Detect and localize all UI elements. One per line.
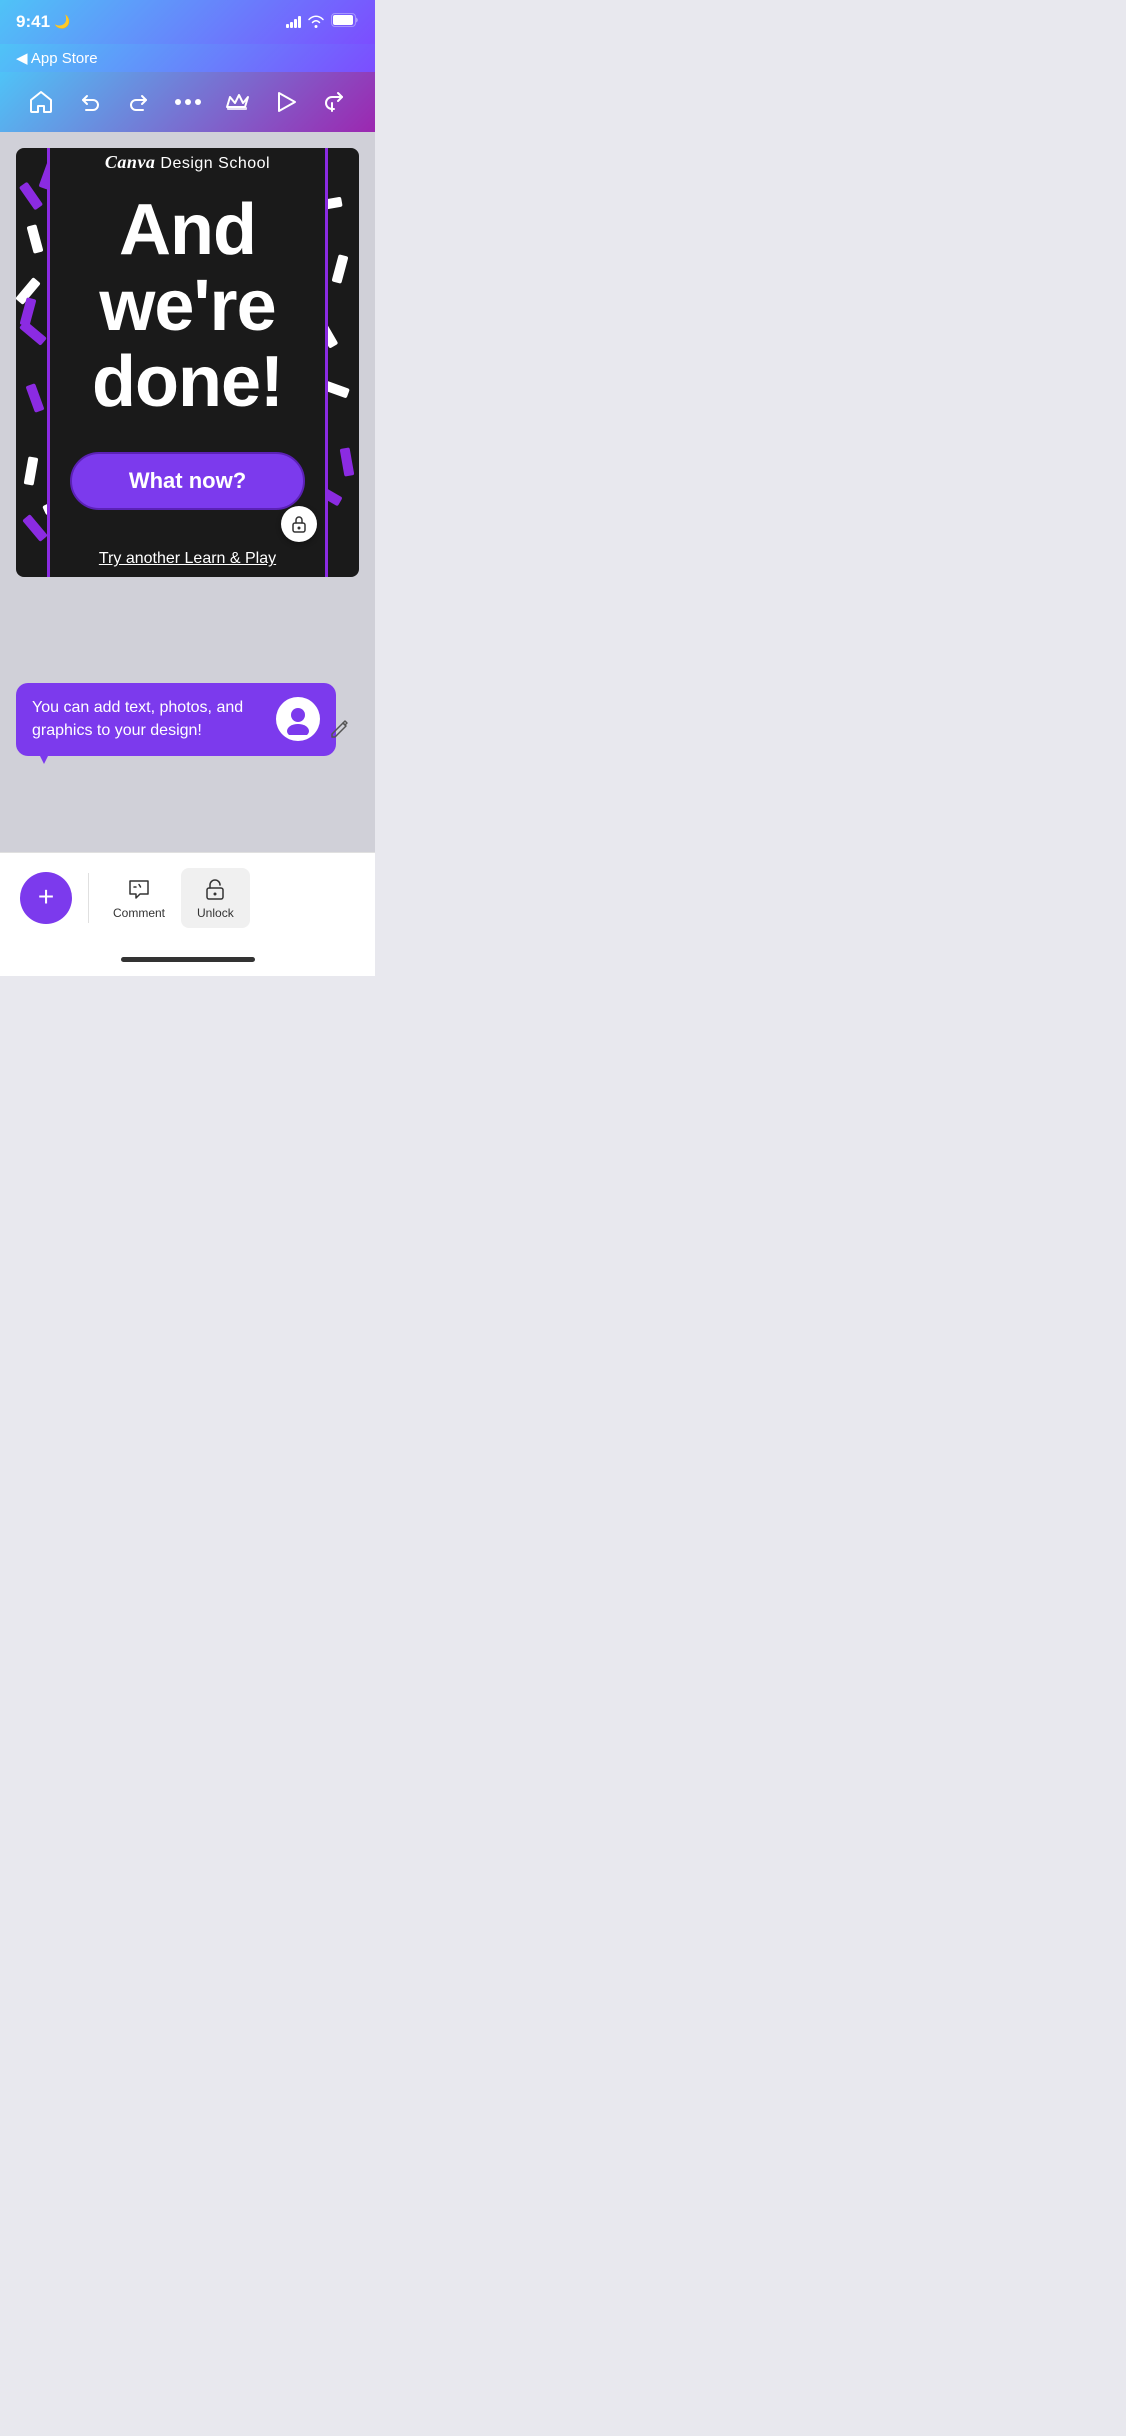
unlock-label: Unlock [197,906,234,920]
tooltip-avatar [276,697,320,741]
undo-button[interactable] [70,82,110,122]
design-inner-card: Canva Design School And we're done! What… [47,148,328,577]
main-heading: And we're done! [70,193,305,420]
back-button[interactable]: ◀ App Store [16,49,98,67]
status-bar: 9:41 🌙 [0,0,375,44]
toolbar-divider [88,873,89,923]
tooltip-bubble: You can add text, photos, and graphics t… [16,683,336,756]
main-toolbar [0,72,375,132]
canva-script-text: Canva [105,152,156,172]
tooltip-bar: You can add text, photos, and graphics t… [0,683,375,756]
more-options-button[interactable] [168,82,208,122]
home-indicator [0,942,375,976]
try-another-link[interactable]: Try another Learn & Play [99,550,276,568]
play-button[interactable] [266,82,306,122]
wifi-icon [307,14,325,31]
moon-icon: 🌙 [54,14,70,30]
home-bar [121,957,255,962]
bottom-toolbar: + Comment Unlock [0,852,375,942]
signal-icon [286,16,301,28]
comment-button[interactable]: Comment [97,868,181,928]
home-button[interactable] [21,82,61,122]
redo-button[interactable] [119,82,159,122]
comment-label: Comment [113,906,165,920]
time-display: 9:41 [16,12,50,32]
appstore-nav[interactable]: ◀ App Store [0,44,375,72]
brand-subtitle: Design School [160,155,270,172]
lock-badge-icon [281,506,317,542]
crown-button[interactable] [217,82,257,122]
add-button[interactable]: + [20,872,72,924]
battery-icon [331,13,359,32]
canvas-area: Canva Design School And we're done! What… [0,132,375,852]
share-button[interactable] [315,82,355,122]
canva-brand: Canva Design School [105,152,270,173]
edit-pencil-icon[interactable] [329,717,351,744]
unlock-button[interactable]: Unlock [181,868,250,928]
status-icons [286,13,359,32]
status-time: 9:41 🌙 [16,12,70,32]
design-canvas[interactable]: Canva Design School And we're done! What… [16,148,359,577]
add-icon: + [38,883,54,911]
what-now-button[interactable]: What now? [70,452,305,510]
tooltip-text: You can add text, photos, and graphics t… [32,697,264,742]
